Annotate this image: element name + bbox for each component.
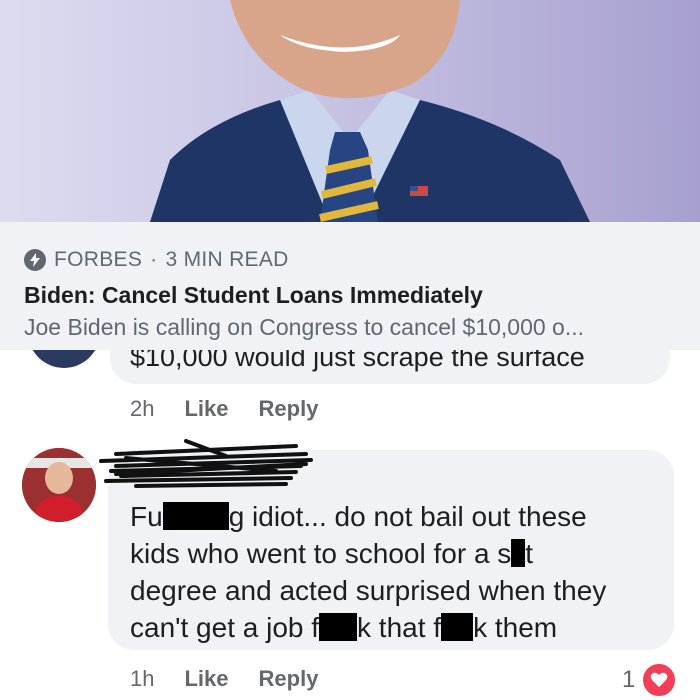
article-headline[interactable]: Biden: Cancel Student Loans Immediately bbox=[24, 282, 483, 309]
read-time: 3 MIN READ bbox=[165, 248, 289, 271]
reaction-summary[interactable]: 1 bbox=[622, 662, 678, 698]
heart-reaction-icon bbox=[641, 662, 678, 698]
avatar[interactable] bbox=[28, 350, 100, 368]
source-name: FORBES bbox=[54, 248, 143, 271]
comments-section: $10,000 would just scrape the surface 2h… bbox=[0, 350, 700, 700]
avatar[interactable] bbox=[22, 448, 96, 522]
article-snippet: Joe Biden is calling on Congress to canc… bbox=[24, 314, 585, 340]
source-row: FORBES · 3 MIN READ bbox=[24, 248, 289, 272]
like-button[interactable]: Like bbox=[184, 666, 228, 692]
comment-text: Fu g idiot... do not bail out these kids … bbox=[130, 501, 607, 643]
reply-button[interactable]: Reply bbox=[259, 666, 319, 692]
portrait-image bbox=[150, 0, 590, 222]
redaction-block bbox=[441, 613, 474, 641]
redaction-scribble bbox=[99, 439, 313, 488]
source-separator: · bbox=[150, 248, 158, 271]
article-photo bbox=[0, 0, 700, 222]
reply-button[interactable]: Reply bbox=[259, 396, 319, 422]
comment-actions: 2h Like Reply bbox=[130, 396, 318, 422]
redaction-block bbox=[511, 539, 526, 567]
reaction-count: 1 bbox=[622, 666, 636, 693]
comment-time[interactable]: 2h bbox=[130, 396, 154, 422]
profile-photo bbox=[22, 448, 96, 522]
like-button[interactable]: Like bbox=[184, 396, 228, 422]
comment-text: $10,000 would just scrape the surface bbox=[130, 350, 585, 372]
comment-actions: 1h Like Reply bbox=[130, 666, 318, 692]
redaction-block bbox=[319, 613, 358, 641]
redaction-block bbox=[162, 502, 229, 530]
comment-time[interactable]: 1h bbox=[130, 666, 154, 692]
link-preview-card[interactable]: FORBES · 3 MIN READ Biden: Cancel Studen… bbox=[0, 0, 700, 350]
lightning-icon bbox=[24, 249, 46, 271]
